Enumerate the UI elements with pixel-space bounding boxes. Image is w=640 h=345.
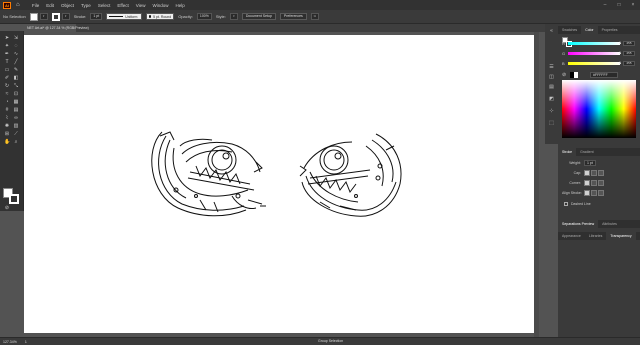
status-bar: 127.34% 1 Group Selection	[0, 337, 640, 345]
align-stroke-row: Align Stroke:	[562, 189, 638, 196]
panel-icon-strip: « ☰ ◫ ▤ ◩ ⊹ ⬚	[545, 24, 558, 144]
tab-properties[interactable]: Properties	[598, 26, 622, 34]
channel-value[interactable]: 255	[623, 50, 635, 56]
right-panels: Swatches Color Properties R 255 G 255 B …	[558, 24, 640, 337]
stroke-weight-row: Weight: 1 pt	[562, 159, 638, 166]
tab-stroke[interactable]: Stroke	[558, 148, 577, 156]
align-inside-icon[interactable]	[591, 189, 597, 196]
projecting-cap-icon[interactable]	[598, 169, 604, 176]
right-eye-drawing[interactable]	[299, 133, 402, 217]
white-swatch[interactable]	[574, 72, 578, 78]
channel-value[interactable]: 255	[623, 60, 635, 66]
transform-icon[interactable]: ⊹	[548, 108, 555, 115]
pathfinder-icon[interactable]: ◩	[548, 96, 555, 103]
color-panel-tabs: Swatches Color Properties	[558, 26, 640, 34]
corner-row: Corner:	[562, 179, 638, 186]
tool-status: Group Selection	[318, 339, 344, 343]
channel-value[interactable]: 255	[623, 40, 635, 46]
cap-row: Cap:	[562, 169, 638, 176]
hex-field[interactable]: #FFFFFF	[590, 72, 618, 78]
page-number[interactable]: 1	[25, 340, 27, 344]
dashed-line-label: Dashed Line	[571, 201, 591, 206]
zoom-level[interactable]: 127.34%	[3, 340, 17, 344]
slider-thumb[interactable]	[618, 40, 621, 44]
tab-transparency[interactable]: Transparency	[606, 232, 636, 240]
dashed-line-checkbox[interactable]	[564, 201, 568, 206]
stroke-panel-tabs: Stroke Gradient	[558, 148, 640, 156]
bevel-join-icon[interactable]	[598, 179, 604, 186]
color-row-g[interactable]: G 255	[562, 50, 638, 56]
tab-appearance[interactable]: Appearance	[558, 232, 585, 240]
cap-label: Cap:	[573, 170, 581, 175]
dashed-line-row: Dashed Line	[562, 200, 638, 207]
slider-thumb[interactable]	[618, 50, 621, 54]
tab-separations-preview[interactable]: Separations Preview	[558, 220, 599, 228]
color-spectrum[interactable]	[562, 80, 636, 138]
corner-label: Corner:	[569, 180, 581, 185]
none-swatch-icon[interactable]: ⊘	[562, 72, 568, 78]
vertical-scrollbar[interactable]	[534, 32, 539, 337]
channel-slider[interactable]	[568, 60, 621, 65]
tab-attributes[interactable]: Attributes	[598, 220, 621, 228]
layers-icon[interactable]: ◫	[548, 74, 555, 81]
align-outside-icon[interactable]	[598, 189, 604, 196]
left-eye-drawing[interactable]	[151, 131, 266, 217]
appearance-tabs: Appearance Libraries Transparency	[558, 232, 640, 240]
tab-gradient[interactable]: Gradient	[576, 148, 597, 156]
hex-value: FFFFFF	[594, 73, 608, 77]
channel-slider[interactable]	[568, 40, 621, 45]
libraries-icon[interactable]: ☰	[548, 64, 555, 71]
tab-swatches[interactable]: Swatches	[558, 26, 581, 34]
align-center-icon[interactable]	[584, 189, 590, 196]
round-cap-icon[interactable]	[591, 169, 597, 176]
round-join-icon[interactable]	[591, 179, 597, 186]
butt-cap-icon[interactable]	[584, 169, 590, 176]
tab-libraries[interactable]: Libraries	[585, 232, 606, 240]
separations-tabs: Separations Preview Attributes	[558, 220, 640, 228]
channel-slider[interactable]	[568, 50, 621, 55]
color-row-r[interactable]: R 255	[562, 40, 638, 46]
tab-color[interactable]: Color	[581, 26, 598, 34]
color-row-b[interactable]: B 255	[562, 60, 638, 66]
asset-export-icon[interactable]: ⬚	[548, 120, 555, 127]
weight-field[interactable]: 1 pt	[584, 159, 596, 166]
slider-thumb[interactable]	[618, 60, 621, 64]
weight-label: Weight:	[569, 160, 581, 165]
align-stroke-label: Align Stroke:	[562, 190, 582, 195]
align-icon[interactable]: ▤	[548, 84, 555, 91]
artwork-eyes[interactable]	[0, 0, 640, 345]
miter-join-icon[interactable]	[584, 179, 590, 186]
collapse-panels-icon[interactable]: «	[548, 28, 555, 35]
